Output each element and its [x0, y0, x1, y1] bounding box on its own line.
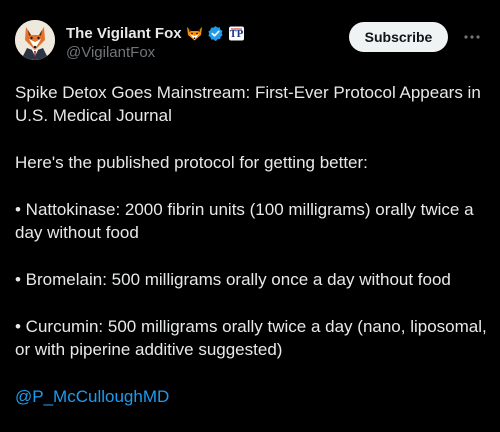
mention-link[interactable]: @P_McCulloughMD — [15, 387, 169, 406]
tweet-headline: Spike Detox Goes Mainstream: First-Ever … — [15, 83, 481, 125]
protocol-item-bromelain: • Bromelain: 500 milligrams orally once … — [15, 270, 451, 289]
protocol-item-curcumin: • Curcumin: 500 milligrams orally twice … — [15, 317, 487, 359]
author-display-name[interactable]: The Vigilant Fox — [66, 25, 182, 42]
subscribe-button[interactable]: Subscribe — [349, 22, 448, 52]
more-horizontal-icon[interactable] — [462, 28, 482, 46]
fox-avatar-icon — [15, 20, 55, 60]
verified-badge-icon[interactable] — [207, 25, 224, 42]
tweet-mention-paragraph: @P_McCulloughMD — [15, 385, 490, 408]
tweet-text: Spike Detox Goes Mainstream: First-Ever … — [15, 81, 490, 432]
author-name-row: The Vigilant Fox TP — [66, 23, 245, 43]
avatar[interactable] — [15, 20, 55, 60]
author-handle[interactable]: @VigilantFox — [66, 44, 155, 61]
svg-text:TP: TP — [229, 30, 243, 40]
protocol-item-nattokinase: • Nattokinase: 2000 fibrin units (100 mi… — [15, 200, 474, 242]
tweet-intro: Here's the published protocol for gettin… — [15, 153, 368, 172]
fox-face-icon — [186, 25, 203, 42]
affiliate-badge-icon[interactable]: TP — [228, 25, 245, 42]
tweet: The Vigilant Fox TP @VigilantFox Subscri… — [0, 0, 500, 424]
